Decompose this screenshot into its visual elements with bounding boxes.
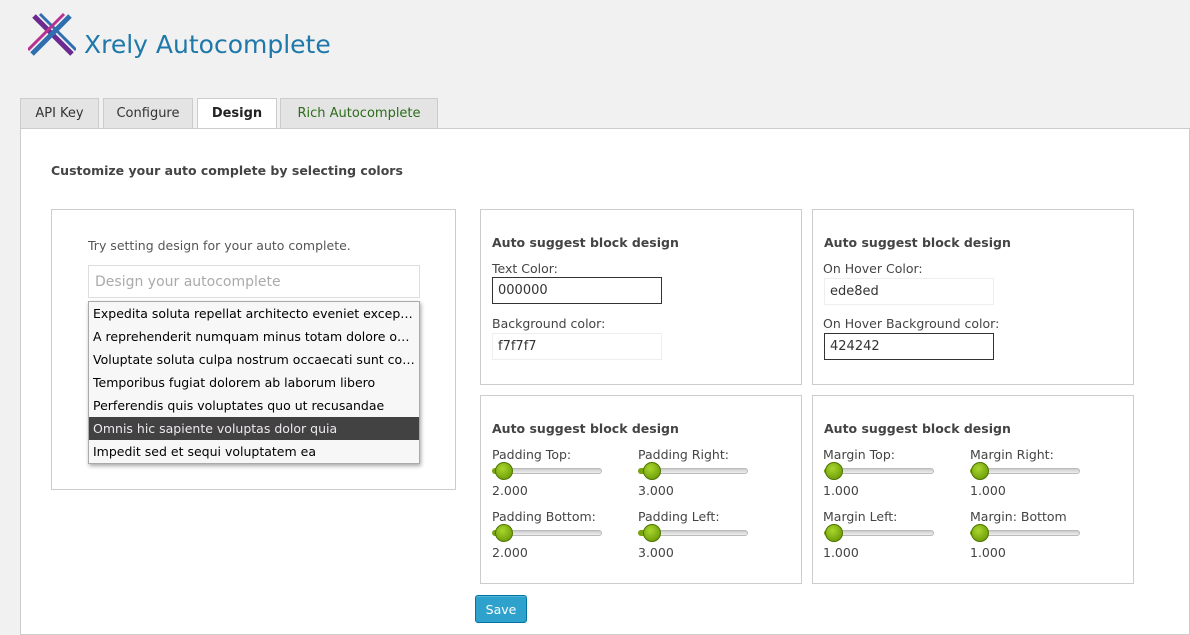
tab-rich-autocomplete[interactable]: Rich Autocomplete bbox=[280, 98, 438, 128]
margin-top-value: 1.000 bbox=[823, 483, 859, 498]
padding-top-slider[interactable] bbox=[492, 461, 602, 481]
app-title: Xrely Autocomplete bbox=[84, 30, 331, 59]
autocomplete-preview: Try setting design for your auto complet… bbox=[51, 209, 456, 490]
suggestion-item[interactable]: A reprehenderit numquam minus totam dolo… bbox=[89, 325, 419, 348]
slider-handle[interactable] bbox=[495, 524, 513, 542]
slider-handle[interactable] bbox=[495, 462, 513, 480]
card-title: Auto suggest block design bbox=[492, 421, 679, 436]
margin-right-slider[interactable] bbox=[970, 461, 1080, 481]
padding-card: Auto suggest block design Padding Top: 2… bbox=[480, 395, 802, 584]
card-title: Auto suggest block design bbox=[824, 421, 1011, 436]
design-panel: Customize your auto complete by selectin… bbox=[20, 128, 1190, 635]
slider-handle[interactable] bbox=[971, 462, 989, 480]
suggestion-item[interactable]: Expedita soluta repellat architecto even… bbox=[89, 302, 419, 325]
padding-right-value: 3.000 bbox=[638, 483, 674, 498]
tab-design[interactable]: Design bbox=[197, 98, 277, 129]
hover-colors-card: Auto suggest block design On Hover Color… bbox=[812, 209, 1134, 385]
padding-right-slider[interactable] bbox=[638, 461, 748, 481]
slider-handle[interactable] bbox=[825, 462, 843, 480]
card-title: Auto suggest block design bbox=[824, 235, 1011, 250]
text-color-input[interactable] bbox=[492, 277, 662, 304]
hover-color-label: On Hover Color: bbox=[823, 261, 923, 276]
background-color-label: Background color: bbox=[492, 316, 606, 331]
tab-api-key[interactable]: API Key bbox=[20, 98, 99, 128]
xrely-logo-icon bbox=[28, 12, 76, 56]
suggestion-item[interactable]: Voluptate soluta culpa nostrum occaecati… bbox=[89, 348, 419, 371]
preview-hint: Try setting design for your auto complet… bbox=[88, 238, 351, 253]
hover-background-color-input[interactable] bbox=[824, 333, 994, 360]
padding-right-label: Padding Right: bbox=[638, 447, 729, 462]
suggestion-item[interactable]: Impedit sed et sequi voluptatem ea bbox=[89, 440, 419, 463]
padding-bottom-slider[interactable] bbox=[492, 523, 602, 543]
card-title: Auto suggest block design bbox=[492, 235, 679, 250]
tab-configure[interactable]: Configure bbox=[103, 98, 193, 128]
background-color-input[interactable] bbox=[492, 333, 662, 360]
preview-search-input[interactable] bbox=[88, 265, 420, 298]
panel-intro: Customize your auto complete by selectin… bbox=[51, 163, 403, 178]
margin-left-slider[interactable] bbox=[824, 523, 934, 543]
margin-top-label: Margin Top: bbox=[823, 447, 895, 462]
padding-left-slider[interactable] bbox=[638, 523, 748, 543]
margin-left-label: Margin Left: bbox=[823, 509, 898, 524]
slider-handle[interactable] bbox=[643, 462, 661, 480]
hover-background-color-label: On Hover Background color: bbox=[823, 316, 1000, 331]
margin-right-value: 1.000 bbox=[970, 483, 1006, 498]
text-colors-card: Auto suggest block design Text Color: Ba… bbox=[480, 209, 802, 385]
hover-color-input[interactable] bbox=[824, 278, 994, 305]
slider-handle[interactable] bbox=[825, 524, 843, 542]
suggestion-list: Expedita soluta repellat architecto even… bbox=[88, 301, 420, 464]
save-button[interactable]: Save bbox=[475, 595, 527, 623]
margin-left-value: 1.000 bbox=[823, 545, 859, 560]
padding-bottom-label: Padding Bottom: bbox=[492, 509, 596, 524]
margin-bottom-value: 1.000 bbox=[970, 545, 1006, 560]
suggestion-item[interactable]: Perferendis quis voluptates quo ut recus… bbox=[89, 394, 419, 417]
text-color-label: Text Color: bbox=[492, 261, 558, 276]
padding-top-value: 2.000 bbox=[492, 483, 528, 498]
padding-left-label: Padding Left: bbox=[638, 509, 720, 524]
suggestion-item[interactable]: Temporibus fugiat dolorem ab laborum lib… bbox=[89, 371, 419, 394]
margin-top-slider[interactable] bbox=[824, 461, 934, 481]
margin-bottom-label: Margin: Bottom bbox=[970, 509, 1067, 524]
slider-handle[interactable] bbox=[971, 524, 989, 542]
margin-card: Auto suggest block design Margin Top: 1.… bbox=[812, 395, 1134, 584]
padding-left-value: 3.000 bbox=[638, 545, 674, 560]
margin-right-label: Margin Right: bbox=[970, 447, 1054, 462]
padding-bottom-value: 2.000 bbox=[492, 545, 528, 560]
margin-bottom-slider[interactable] bbox=[970, 523, 1080, 543]
suggestion-item-hovered[interactable]: Omnis hic sapiente voluptas dolor quia bbox=[89, 417, 419, 440]
padding-top-label: Padding Top: bbox=[492, 447, 572, 462]
slider-handle[interactable] bbox=[643, 524, 661, 542]
